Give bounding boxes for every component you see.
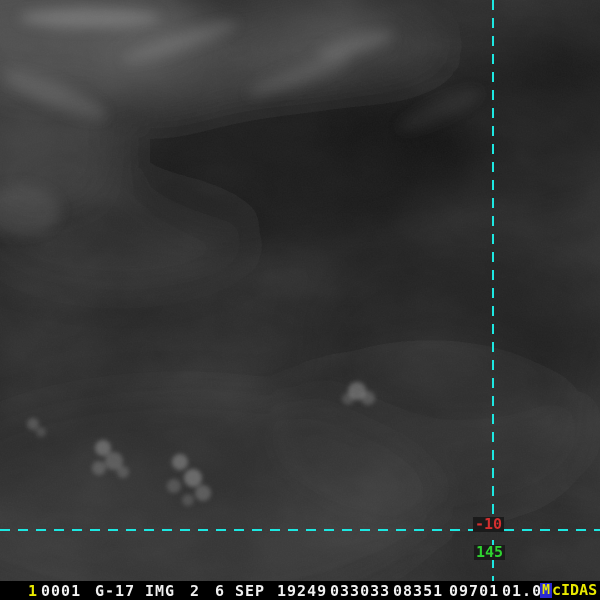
horizontal-gridline-value: -10 [473, 515, 505, 533]
mcidas-logo-m-block: M [540, 583, 552, 598]
satellite-image-display[interactable] [0, 0, 600, 581]
status-field-line: 08351 [393, 582, 444, 600]
status-field-month: SEP [235, 582, 266, 600]
mcidas-logo-text: cIDAS [552, 581, 598, 599]
status-bar: 1 0001 G-17 IMG 2 6 SEP 19249 033033 083… [0, 581, 600, 600]
vertical-gridline-value: 145 [474, 543, 506, 561]
vertical-gridline [492, 0, 494, 581]
status-field-julian: 19249 [277, 582, 328, 600]
horizontal-gridline [0, 529, 600, 531]
mcidas-window: -10 145 1 0001 G-17 IMG 2 6 SEP 19249 03… [0, 0, 600, 600]
frame-number: 1 [28, 582, 39, 600]
status-field-day: 6 [215, 582, 226, 600]
status-field-time: 033033 [330, 582, 391, 600]
status-field-type: IMG [145, 582, 176, 600]
status-field-satellite: G-17 [95, 582, 136, 600]
status-field-element: 09701 [449, 582, 500, 600]
status-field-band: 2 [190, 582, 201, 600]
satellite-cloud-image [0, 0, 600, 581]
status-field-dataset: 0001 [41, 582, 82, 600]
